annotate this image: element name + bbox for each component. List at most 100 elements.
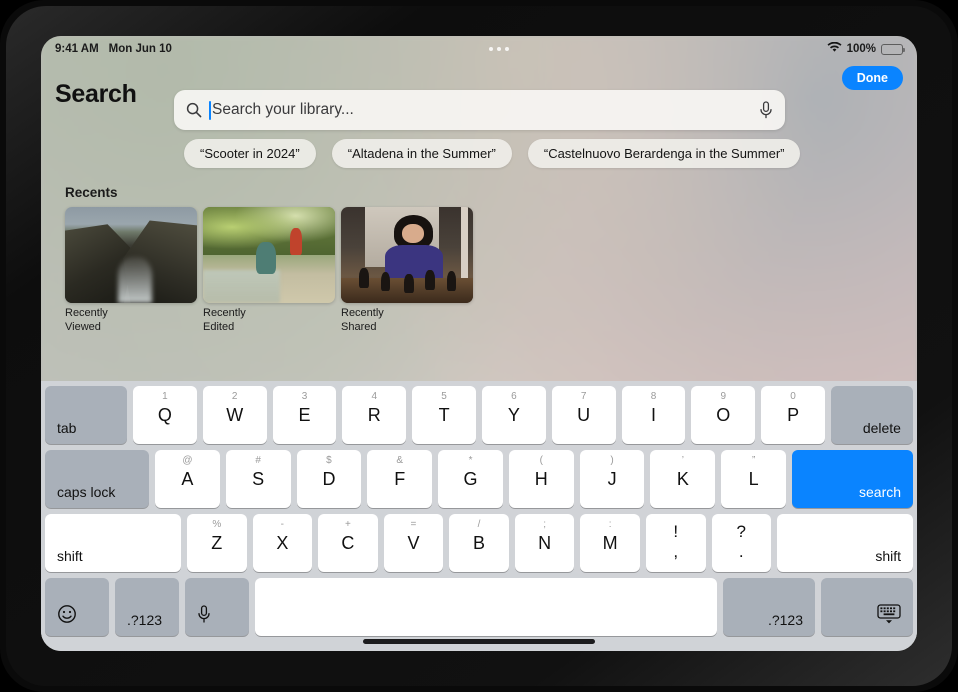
key-shift[interactable]: shift: [777, 514, 914, 572]
key-secondary-label: (: [539, 455, 543, 466]
key-secondary-label: ”: [751, 455, 756, 466]
key-j[interactable]: ) J: [579, 450, 645, 508]
key-w[interactable]: 2W: [202, 386, 267, 444]
key-label: K: [676, 469, 689, 489]
key-o[interactable]: 9O: [691, 386, 756, 444]
keyboard-row-3: shift% Z - X + C = V / B; N: M!,?. shift: [45, 514, 914, 572]
key-label: .: [738, 541, 744, 561]
key-s[interactable]: # S: [225, 450, 291, 508]
key-d[interactable]: $ D: [296, 450, 362, 508]
key-secondary-label: 6: [511, 391, 517, 402]
key-secondary-label: ): [610, 455, 614, 466]
key-capslock[interactable]: caps lock: [45, 450, 149, 508]
key-l[interactable]: ” L: [721, 450, 787, 508]
dismiss-keyboard-icon: [877, 604, 901, 629]
key-e[interactable]: 3E: [272, 386, 337, 444]
search-suggestions: “Scooter in 2024” “Altadena in the Summe…: [184, 139, 801, 168]
key-u[interactable]: 7U: [551, 386, 616, 444]
key-h[interactable]: (H: [508, 450, 574, 508]
key-label: P: [787, 405, 800, 425]
text-caret: [209, 100, 211, 120]
key-label: D: [322, 469, 336, 489]
key-shift[interactable]: shift: [45, 514, 181, 572]
search-input[interactable]: Search your library...: [174, 90, 785, 130]
key-label: J: [607, 469, 617, 489]
creek-hikers-photo: [203, 207, 335, 303]
key-label: shift: [875, 548, 902, 564]
status-bar-right: 100%: [827, 41, 906, 56]
key-secondary-label: %: [212, 519, 222, 530]
key-label: .?123: [767, 612, 803, 628]
key-label: R: [367, 405, 381, 425]
key-label: H: [534, 469, 548, 489]
suggestion-chip-2[interactable]: “Altadena in the Summer”: [331, 139, 512, 168]
key-label: S: [252, 469, 265, 489]
recent-item-recently-edited[interactable]: Recently Edited: [203, 207, 335, 335]
key-label: Z: [211, 533, 223, 553]
key-secondary-label: 2: [231, 391, 238, 402]
key-label: L: [748, 469, 759, 489]
key-spacebar[interactable]: [255, 578, 717, 636]
on-screen-keyboard: tab 1 Q 2 W 3 E 4 R 5 T 6 Y 7 U 8 I 9 O 0 Pdelete caps lock @ A…: [41, 381, 917, 651]
key-123[interactable]: .?123: [723, 578, 815, 636]
key-b[interactable]: / B: [449, 514, 509, 572]
key-label: G: [463, 469, 478, 489]
key-q[interactable]: 1Q: [133, 386, 197, 444]
key-label: ,: [673, 541, 679, 561]
key-dismiss-keyboard-icon[interactable]: [821, 578, 913, 636]
key-punct[interactable]: !,: [645, 514, 706, 572]
key-t[interactable]: 5T: [412, 386, 476, 444]
status-bar-left: 9:41 AM Mon Jun 10: [55, 43, 172, 55]
key-k[interactable]: ’ K: [650, 450, 716, 508]
key-c[interactable]: + C: [318, 514, 378, 572]
ipad-device: 9:41 AM Mon Jun 10 100% Search Search yo…: [0, 0, 958, 692]
key-secondary-label: /: [477, 519, 481, 530]
key-label: B: [473, 533, 486, 553]
recent-item-recently-viewed[interactable]: Recently Viewed: [65, 207, 197, 335]
recent-item-label: Recently Viewed: [65, 307, 108, 333]
key-secondary-label: #: [255, 455, 261, 466]
key-v[interactable]: = V: [383, 514, 444, 572]
key-label: O: [716, 405, 731, 425]
key-p[interactable]: 0P: [761, 386, 825, 444]
suggestion-chip-3[interactable]: “Castelnuovo Berardenga in the Summer”: [527, 139, 801, 168]
key-m[interactable]: :M: [580, 514, 640, 572]
key-secondary-label: ;: [543, 519, 546, 530]
key-label: C: [341, 533, 355, 553]
key-label: caps lock: [57, 484, 116, 500]
key-g[interactable]: * G: [438, 450, 503, 508]
key-punct[interactable]: ?.: [711, 514, 772, 572]
key-label: N: [538, 533, 552, 553]
key-y[interactable]: 6Y: [481, 386, 546, 444]
key-z[interactable]: % Z: [187, 514, 247, 572]
key-secondary-label: ?: [736, 522, 747, 541]
key-emoji-icon[interactable]: [45, 578, 109, 636]
key-r[interactable]: 4R: [342, 386, 407, 444]
key-label: tab: [57, 420, 77, 436]
recents-heading: Recents: [65, 185, 118, 200]
suggestion-chip-1[interactable]: “Scooter in 2024”: [184, 139, 316, 168]
key-secondary-label: 7: [580, 391, 587, 402]
key-f[interactable]: & F: [367, 450, 433, 508]
key-x[interactable]: -X: [252, 514, 313, 572]
microphone-icon[interactable]: [759, 101, 773, 119]
multitasking-dots-icon[interactable]: [489, 47, 510, 51]
key-secondary-label: *: [468, 455, 473, 466]
key-delete[interactable]: delete: [830, 386, 913, 444]
key-microphone-icon[interactable]: [185, 578, 249, 636]
key-123[interactable]: .?123: [115, 578, 179, 636]
key-label: shift: [57, 548, 83, 564]
key-secondary-label: 3: [301, 391, 308, 402]
key-label: U: [577, 405, 591, 425]
key-secondary-label: 1: [162, 391, 168, 402]
key-tab[interactable]: tab: [45, 386, 127, 444]
key-search[interactable]: search: [792, 450, 914, 508]
key-a[interactable]: @ A: [155, 450, 220, 508]
recent-item-recently-shared[interactable]: Recently Shared: [341, 207, 473, 335]
done-button[interactable]: Done: [841, 66, 903, 90]
home-indicator[interactable]: [363, 639, 595, 644]
key-n[interactable]: ; N: [514, 514, 575, 572]
key-i[interactable]: 8I: [621, 386, 686, 444]
key-label: A: [181, 469, 194, 489]
emoji-icon: [57, 604, 77, 629]
